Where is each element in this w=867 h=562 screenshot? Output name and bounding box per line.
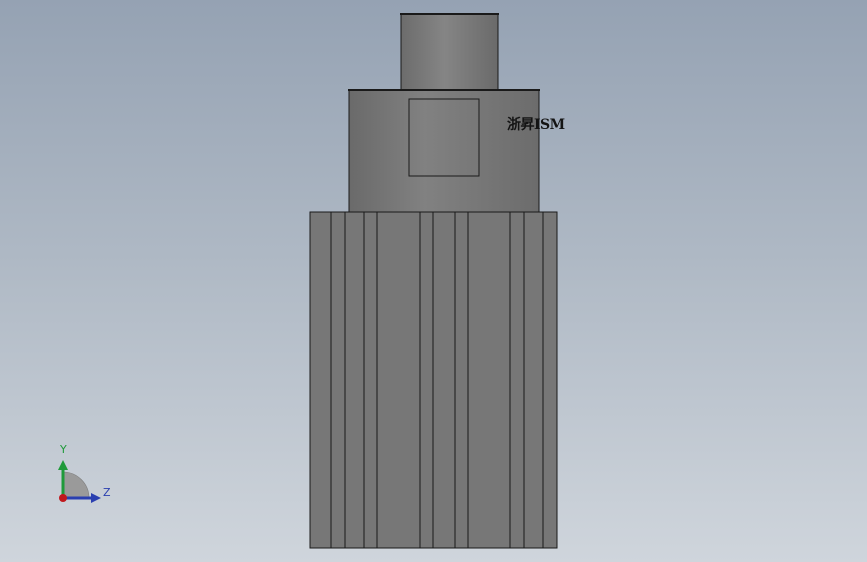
graphics-viewport[interactable]: 浙昇ISM Y Z [0,0,867,562]
triad-y-label: Y [60,443,67,456]
triad-z-label: Z [103,486,111,499]
motor-flange[interactable] [348,89,540,213]
motor-body-finned[interactable] [309,211,558,549]
brand-label: 浙昇ISM [507,117,565,133]
motor-shaft[interactable] [400,13,499,91]
motor-model-3d-view[interactable] [0,0,867,562]
